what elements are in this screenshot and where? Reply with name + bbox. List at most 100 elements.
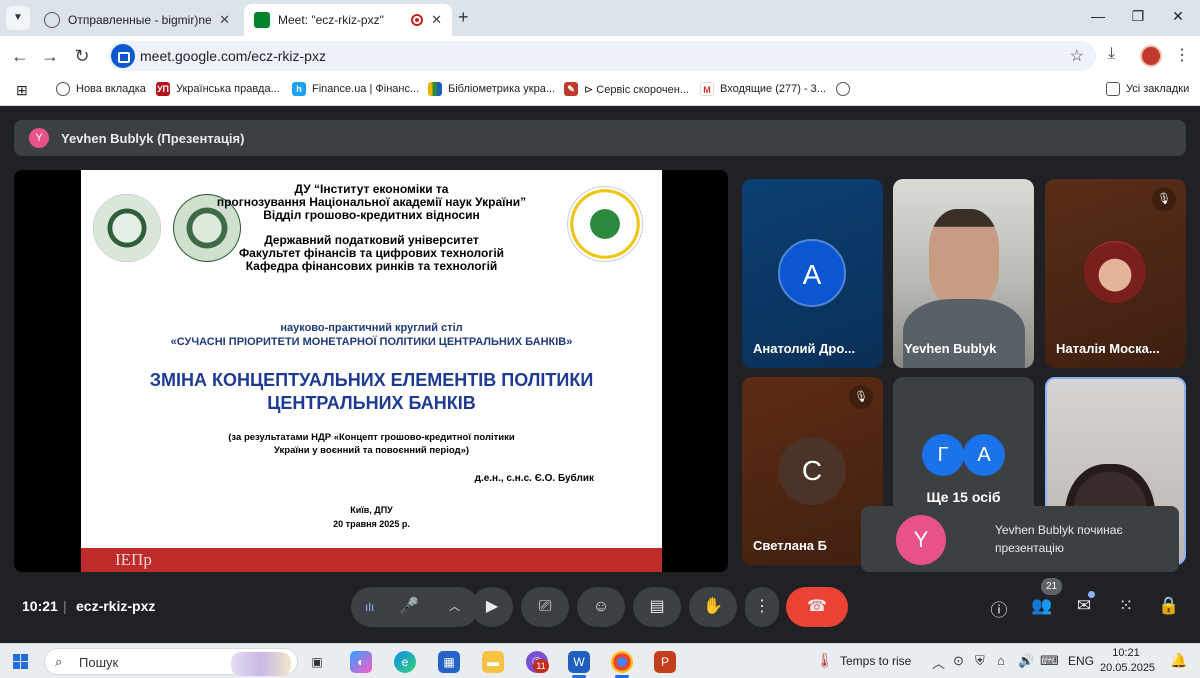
windows-taskbar: ⌕ Пошук ▣ ◐ e ▦ ▬ ✆ 11 W P 🌡 Temps to ri… — [0, 643, 1200, 678]
mic-icon[interactable]: 🎤 — [399, 587, 419, 627]
taskbar-clock[interactable]: 10:21 20.05.2025 — [1100, 646, 1156, 676]
raise-hand-icon[interactable]: ✋ — [689, 587, 737, 627]
clock-date: 20.05.2025 — [1100, 662, 1156, 674]
keyboard-icon[interactable]: ⌨ — [1040, 653, 1059, 669]
clock-time: 10:21 — [1112, 647, 1140, 659]
mic-control[interactable]: ılı 🎤 ︿ — [351, 587, 479, 627]
edge-icon[interactable]: e — [394, 651, 416, 673]
powerpoint-icon[interactable]: P — [654, 651, 676, 673]
meeting-separator: | — [63, 598, 67, 614]
bookmark-new-tab[interactable]: Нова вкладка — [56, 82, 146, 96]
forward-icon[interactable]: → — [38, 44, 62, 68]
show-hidden-icons[interactable]: ︿ — [932, 653, 945, 672]
emoji-icon[interactable]: ☺ — [577, 587, 625, 627]
search-icon: ⌕ — [55, 654, 63, 669]
more-participants-label: Ще 15 осіб — [926, 489, 1001, 505]
reload-icon[interactable]: ↻ — [70, 44, 94, 68]
back-icon[interactable]: ← — [8, 44, 32, 68]
presentation-toast: Y Yevhen Bublyk починає презентацію — [861, 506, 1179, 572]
weather-text[interactable]: Temps to rise — [840, 654, 911, 668]
file-explorer-icon[interactable]: ▬ — [482, 651, 504, 673]
captions-icon[interactable]: ▤ — [633, 587, 681, 627]
network-icon[interactable]: ⌂ — [997, 653, 1005, 668]
tab-meet[interactable]: Meet: "ecz-rkiz-pxz" ✕ — [244, 4, 452, 36]
more-icon[interactable]: ⋮ — [745, 587, 779, 627]
camera-icon[interactable]: ▶ — [471, 587, 513, 627]
avatar: А — [963, 434, 1005, 476]
word-icon[interactable]: W — [568, 651, 590, 673]
search-highlight-image — [231, 652, 291, 676]
tab-bigmir[interactable]: Отправленные - bigmir)net ✕ — [34, 4, 240, 36]
address-bar[interactable]: meet.google.com/ecz-rkiz-pxz ☆ — [108, 41, 1096, 71]
volume-icon[interactable]: 🔊 — [1018, 653, 1034, 669]
chrome-icon[interactable] — [611, 651, 633, 673]
tab-strip: ▼ Отправленные - bigmir)net ✕ Meet: "ecz… — [0, 0, 1200, 36]
activities-icon[interactable]: ⁙ — [1114, 596, 1138, 616]
toast-message: Yevhen Bublyk починає презентацію — [995, 523, 1123, 555]
finance-icon: h — [292, 82, 306, 96]
participant-tile-natalia[interactable]: 🎙 Наталія Моска... — [1045, 179, 1186, 368]
presentation-stage[interactable]: ДУ “Інститут економіки та прогнозування … — [14, 170, 728, 572]
slide-date: 20 травня 2025 р. — [333, 519, 410, 529]
meet-tray-icon[interactable]: ⊙ — [953, 653, 964, 669]
globe-icon — [56, 82, 70, 96]
minimize-icon[interactable]: — — [1088, 8, 1108, 24]
profile-avatar[interactable] — [1140, 45, 1162, 67]
tab-title: Отправленные - bigmir)net — [68, 13, 212, 27]
shield-icon[interactable]: ⛨ — [975, 653, 985, 669]
language-indicator[interactable]: ENG — [1068, 654, 1094, 668]
close-window-icon[interactable]: ✕ — [1168, 8, 1188, 25]
participant-name: Yevhen Bublyk — [904, 341, 997, 356]
slide-title: ЦЕНТРАЛЬНИХ БАНКІВ — [267, 393, 476, 413]
participant-tile-yevhen[interactable]: Yevhen Bublyk — [893, 179, 1034, 368]
chat-unread-dot — [1088, 591, 1095, 598]
end-call-icon[interactable]: ☎ — [786, 587, 848, 627]
host-controls-icon[interactable]: 🔒 — [1157, 596, 1181, 616]
restore-icon[interactable]: ❐ — [1128, 8, 1148, 25]
chat-icon[interactable]: ✉ — [1072, 596, 1096, 616]
store-icon[interactable]: ▦ — [438, 651, 460, 673]
toast-avatar: Y — [896, 515, 946, 565]
pravda-icon: УП — [156, 82, 170, 96]
copilot-icon[interactable]: ◐ — [350, 651, 372, 673]
participant-name: Светлана Б — [753, 538, 827, 553]
avatar: А — [778, 239, 846, 307]
presentation-slide: ДУ “Інститут економіки та прогнозування … — [81, 170, 662, 572]
taskbar-search[interactable]: ⌕ Пошук — [44, 648, 298, 676]
apps-icon[interactable]: ⊞ — [16, 82, 28, 99]
tab-search-button[interactable]: ▼ — [6, 6, 30, 30]
site-info-icon[interactable] — [111, 44, 135, 68]
notification-icon[interactable]: 🔔 — [1170, 652, 1187, 669]
bookmark-pravda[interactable]: УП Українська правда... — [156, 82, 280, 96]
gmail-icon: M — [700, 82, 714, 96]
meeting-code: ecz-rkiz-pxz — [76, 598, 156, 614]
star-icon[interactable]: ☆ — [1070, 46, 1084, 66]
close-tab-icon[interactable]: ✕ — [431, 12, 442, 28]
close-tab-icon[interactable]: ✕ — [219, 12, 230, 28]
participant-name: Наталія Моска... — [1056, 341, 1160, 356]
task-view-icon[interactable]: ▣ — [306, 651, 328, 673]
new-tab-button[interactable]: + — [458, 7, 469, 28]
presenter-avatar: Y — [29, 128, 49, 148]
people-icon[interactable]: 👥 — [1030, 596, 1054, 616]
download-icon[interactable]: ⤓ — [1108, 45, 1115, 63]
bar-chart-icon — [428, 82, 442, 96]
bookmark-bibliometrics[interactable]: Бібліометрика укра... — [428, 82, 555, 96]
shortener-icon: ✎ — [564, 82, 578, 96]
meeting-time: 10:21 — [22, 598, 58, 614]
windows-start-icon[interactable] — [13, 654, 29, 670]
participant-video-body — [903, 299, 1025, 368]
present-icon[interactable]: ⎚ — [521, 587, 569, 627]
bookmark-finance[interactable]: h Finance.ua | Фінанс... — [292, 82, 419, 96]
info-icon[interactable]: ⓘ — [987, 596, 1011, 621]
presenter-label: Yevhen Bublyk (Презентація) — [61, 130, 245, 146]
bookmark-shortener[interactable]: ✎ ⊳ Сервіс скорочен... — [564, 82, 689, 96]
participant-tile-anatoliy[interactable]: А Анатолий Дро... — [742, 179, 883, 368]
mic-options-icon[interactable]: ︿ — [449, 587, 460, 627]
menu-icon[interactable]: ⋮ — [1174, 45, 1190, 65]
bookmark-gmail[interactable]: M Входящие (277) - 3... — [700, 82, 826, 96]
all-bookmarks[interactable]: Усі закладки — [1106, 82, 1189, 96]
globe-icon — [836, 82, 850, 96]
bookmarks-bar: ⊞ Нова вкладка УП Українська правда... h… — [0, 76, 1200, 106]
bookmark-globe[interactable] — [836, 82, 850, 96]
